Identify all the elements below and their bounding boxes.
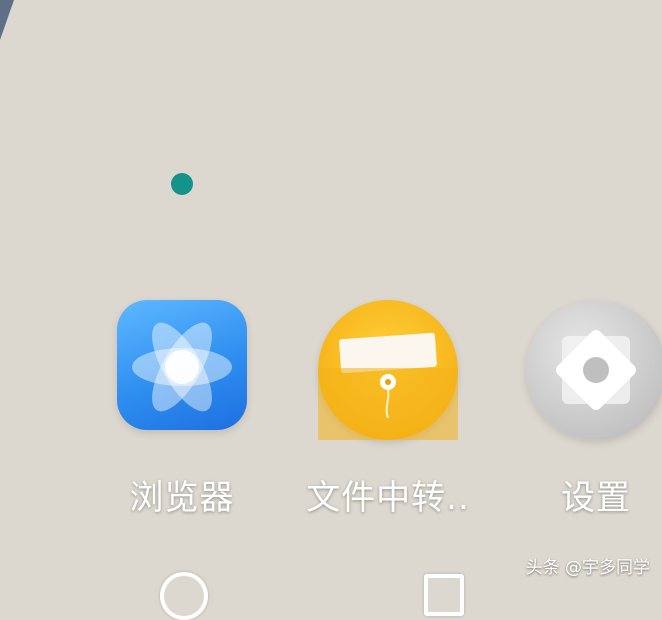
app-label: 设置 (561, 478, 631, 518)
wallpaper-corner (0, 0, 14, 40)
app-label: 文件中转.. (306, 478, 470, 518)
browser-atom-icon[interactable] (117, 300, 247, 430)
recent-apps-square-icon[interactable] (424, 574, 464, 616)
notification-dot (171, 173, 193, 195)
file-transfer-envelope-icon[interactable] (318, 300, 458, 440)
watermark: 头条 @宇多同学 (525, 558, 650, 578)
settings-gear-icon[interactable] (526, 300, 662, 440)
home-circle-icon[interactable] (160, 572, 208, 620)
app-label: 浏览器 (129, 478, 235, 518)
